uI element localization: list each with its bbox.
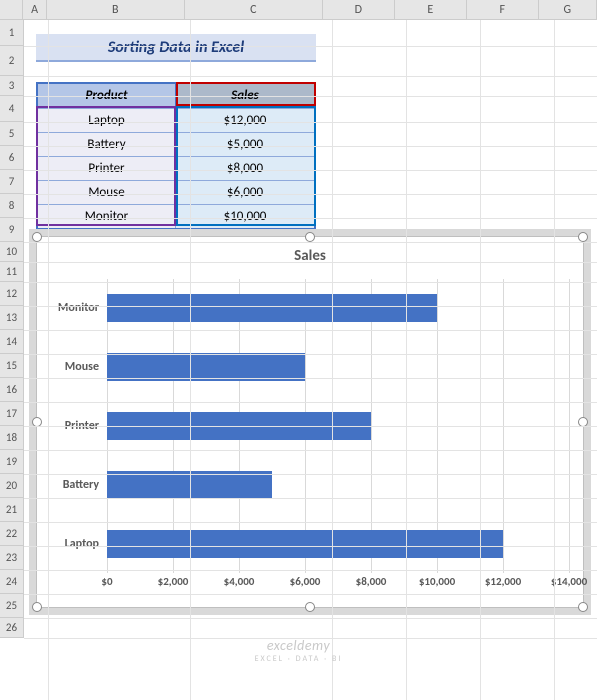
row-header[interactable]: 1: [0, 20, 23, 46]
row-header[interactable]: 17: [0, 402, 23, 426]
x-tick-label: $14,000: [551, 575, 587, 588]
x-tick-label: $6,000: [290, 575, 321, 588]
column-headers: A B C D E F G: [0, 0, 597, 20]
x-tick-label: $0: [101, 575, 112, 588]
bar[interactable]: [107, 353, 305, 381]
x-tick-label: $2,000: [158, 575, 189, 588]
y-tick-label: Monitor: [58, 301, 99, 315]
selection-outline-header: [176, 82, 316, 106]
resize-handle[interactable]: [305, 602, 315, 612]
row-header[interactable]: 14: [0, 330, 23, 354]
watermark-tag: EXCEL · DATA · BI: [0, 654, 597, 664]
row-headers: 1234567891011121314151617181920212223242…: [0, 20, 24, 638]
row-header[interactable]: 19: [0, 450, 23, 474]
row-header[interactable]: 3: [0, 76, 23, 96]
x-axis: $0$2,000$4,000$6,000$8,000$10,000$12,000…: [107, 575, 569, 595]
col-header[interactable]: D: [323, 0, 395, 19]
row-header[interactable]: 2: [0, 46, 23, 76]
row-header[interactable]: 24: [0, 570, 23, 594]
row-header[interactable]: 7: [0, 170, 23, 194]
row-header[interactable]: 23: [0, 546, 23, 570]
row-header[interactable]: 16: [0, 378, 23, 402]
row-header[interactable]: 22: [0, 522, 23, 546]
row-header[interactable]: 15: [0, 354, 23, 378]
bar[interactable]: [107, 294, 437, 322]
chart-object[interactable]: Sales MonitorMousePrinterBatteryLaptop $…: [36, 236, 584, 608]
x-tick-label: $4,000: [224, 575, 255, 588]
resize-handle[interactable]: [32, 232, 42, 242]
spreadsheet: A B C D E F G 12345678910111213141516171…: [0, 0, 597, 692]
row-header[interactable]: 13: [0, 306, 23, 330]
y-tick-label: Mouse: [65, 360, 99, 374]
row-header[interactable]: 25: [0, 594, 23, 618]
resize-handle[interactable]: [32, 602, 42, 612]
col-header[interactable]: F: [467, 0, 539, 19]
resize-handle[interactable]: [305, 232, 315, 242]
row-header[interactable]: 10: [0, 242, 23, 262]
row-header[interactable]: 20: [0, 474, 23, 498]
row-header[interactable]: 11: [0, 262, 23, 282]
row-header[interactable]: 9: [0, 218, 23, 242]
row-header[interactable]: 6: [0, 146, 23, 170]
x-tick-label: $12,000: [485, 575, 521, 588]
col-header[interactable]: E: [395, 0, 467, 19]
col-header[interactable]: B: [47, 0, 185, 19]
row-header[interactable]: 5: [0, 122, 23, 146]
col-header[interactable]: G: [539, 0, 597, 19]
resize-handle[interactable]: [578, 232, 588, 242]
x-tick-label: $8,000: [356, 575, 387, 588]
col-header[interactable]: A: [23, 0, 46, 19]
row-header[interactable]: 26: [0, 618, 23, 638]
y-tick-label: Laptop: [65, 537, 99, 551]
x-tick-label: $10,000: [419, 575, 455, 588]
page-title: Sorting Data in Excel: [108, 38, 244, 57]
bar[interactable]: [107, 530, 503, 558]
row-header[interactable]: 21: [0, 498, 23, 522]
page-title-banner: Sorting Data in Excel: [36, 34, 316, 62]
selection-outline-categories: [36, 106, 176, 226]
watermark-name: exceldemy: [267, 637, 330, 654]
resize-handle[interactable]: [578, 602, 588, 612]
row-header[interactable]: 4: [0, 96, 23, 122]
row-header[interactable]: 18: [0, 426, 23, 450]
row-header[interactable]: 8: [0, 194, 23, 218]
row-header[interactable]: 12: [0, 282, 23, 306]
selection-outline-values: [176, 106, 316, 226]
y-tick-label: Battery: [63, 478, 99, 492]
col-header[interactable]: C: [185, 0, 323, 19]
watermark: exceldemy EXCEL · DATA · BI: [0, 637, 597, 664]
